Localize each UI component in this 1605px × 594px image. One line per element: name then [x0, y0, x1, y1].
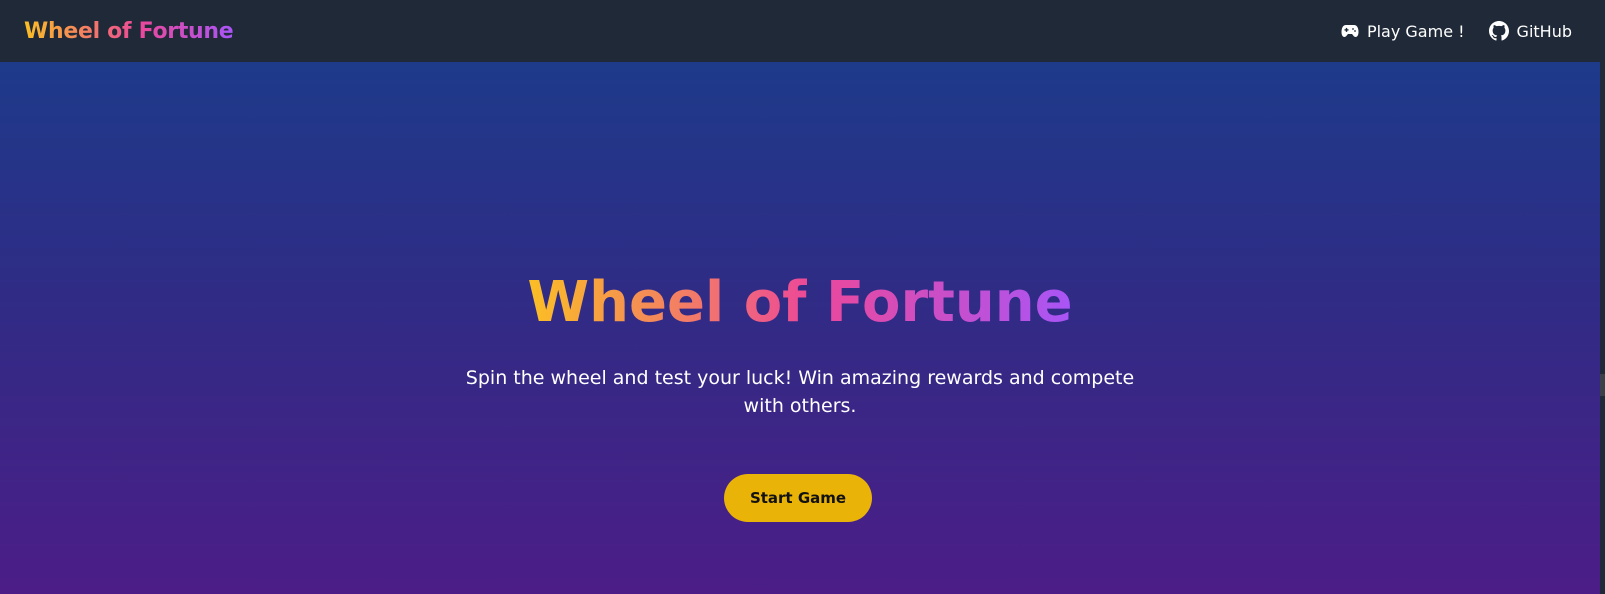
nav-link-play-game[interactable]: Play Game !: [1341, 22, 1465, 41]
gamepad-icon: [1341, 24, 1359, 38]
scrollbar-track[interactable]: [1600, 0, 1605, 594]
start-game-button[interactable]: Start Game: [724, 474, 872, 522]
hero-title-text: Wheel of Fortune: [527, 270, 1073, 335]
github-icon: [1488, 21, 1509, 41]
hero-subtitle: Spin the wheel and test your luck! Win a…: [465, 367, 1135, 417]
brand-logo[interactable]: Wheel of Fortune: [24, 19, 234, 44]
nav-link-play-game-label: Play Game !: [1366, 21, 1465, 41]
top-navbar: Wheel of Fortune Play Game ! GitHub: [0, 0, 1600, 62]
hero-title: Wheel of Fortune: [0, 268, 1600, 338]
page: Wheel of Fortune Play Game ! GitHub Whee…: [0, 0, 1605, 594]
nav-link-github-label: GitHub: [1516, 21, 1572, 41]
nav-links: Play Game ! GitHub: [1341, 21, 1572, 41]
nav-link-github[interactable]: GitHub: [1488, 21, 1572, 41]
hero-section: Wheel of Fortune Spin the wheel and test…: [0, 62, 1600, 594]
scrollbar-thumb[interactable]: [1600, 374, 1605, 396]
